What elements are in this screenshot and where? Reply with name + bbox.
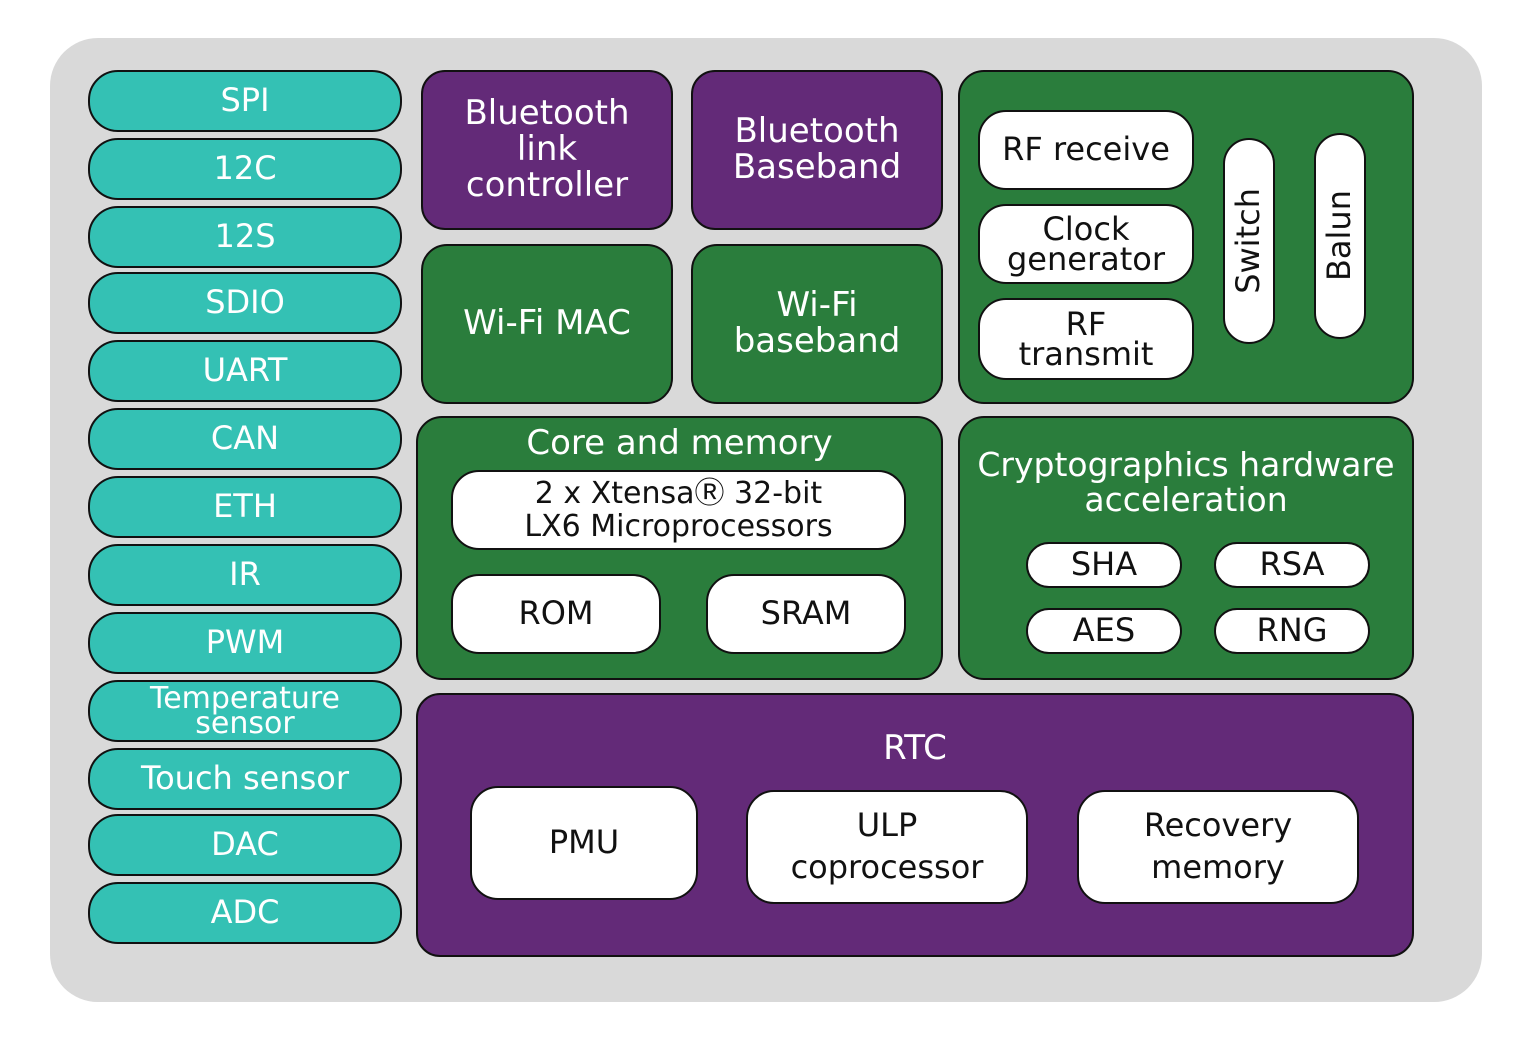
rf-receive-label: RF receive — [1002, 130, 1170, 169]
peripheral-pwm: PWM — [88, 612, 402, 674]
peripheral-label: DAC — [211, 825, 279, 864]
cpu-label: 2 x XtensaⓇ 32-bit LX6 Microprocessors — [524, 476, 833, 544]
bluetooth-baseband-label: Bluetooth Baseband — [732, 111, 902, 187]
clock-generator-block: Clock generator — [978, 204, 1194, 284]
peripheral-label: 12C — [213, 149, 277, 188]
peripheral-spi: SPI — [88, 70, 402, 132]
wifi-mac-block: Wi-Fi MAC — [421, 244, 673, 404]
bluetooth-link-controller-block: Bluetooth link controller — [421, 70, 673, 230]
peripheral-12c: 12C — [88, 138, 402, 200]
sram-block: SRAM — [706, 574, 906, 654]
rsa-block: RSA — [1214, 542, 1370, 588]
balun-label: Balun — [1320, 190, 1359, 282]
peripheral-ir: IR — [88, 544, 402, 606]
pmu-label: PMU — [548, 823, 620, 862]
aes-block: AES — [1026, 608, 1182, 654]
clock-generator-label: Clock generator — [1006, 209, 1165, 278]
peripheral-touch-sensor: Touch sensor — [88, 748, 402, 810]
crypto-title: Cryptographics hardware acceleration — [977, 445, 1395, 519]
peripheral-label: Touch sensor — [140, 759, 350, 798]
balun-block: Balun — [1314, 133, 1366, 339]
rf-transmit-label: RF transmit — [1018, 304, 1154, 373]
peripheral-label: IR — [229, 555, 261, 594]
rng-block: RNG — [1214, 608, 1370, 654]
core-memory-title: Core and memory — [526, 423, 833, 463]
peripheral-label: SPI — [220, 81, 270, 120]
pmu-block: PMU — [470, 786, 698, 900]
wifi-baseband-block: Wi-Fi baseband — [691, 244, 943, 404]
recovery-memory-block: Recovery memory — [1077, 790, 1359, 904]
peripheral-label: ETH — [213, 487, 277, 526]
peripheral-label: ADC — [210, 893, 280, 932]
ulp-coprocessor-block: ULP coprocessor — [746, 790, 1028, 904]
peripheral-dac: DAC — [88, 814, 402, 876]
recovery-memory-label: Recovery memory — [1143, 806, 1293, 886]
peripheral-can: CAN — [88, 408, 402, 470]
bluetooth-link-controller-label: Bluetooth link controller — [464, 93, 630, 205]
wifi-baseband-label: Wi-Fi baseband — [733, 285, 901, 361]
peripheral-temperature-sensor: Temperature sensor — [88, 680, 402, 742]
peripheral-label: UART — [202, 351, 288, 390]
wifi-mac-label: Wi-Fi MAC — [463, 303, 631, 344]
peripheral-label: PWM — [205, 623, 285, 662]
sha-label: SHA — [1070, 545, 1138, 584]
rom-block: ROM — [451, 574, 661, 654]
aes-label: AES — [1072, 611, 1136, 650]
peripheral-label: SDIO — [205, 283, 285, 322]
rf-receive-block: RF receive — [978, 110, 1194, 190]
cpu-block: 2 x XtensaⓇ 32-bit LX6 Microprocessors — [451, 470, 906, 550]
peripheral-sdio: SDIO — [88, 272, 402, 334]
sha-block: SHA — [1026, 542, 1182, 588]
rf-transmit-block: RF transmit — [978, 298, 1194, 380]
peripheral-uart: UART — [88, 340, 402, 402]
ulp-coprocessor-label: ULP coprocessor — [790, 806, 984, 886]
rom-label: ROM — [518, 594, 594, 633]
peripheral-adc: ADC — [88, 882, 402, 944]
rng-label: RNG — [1256, 611, 1328, 650]
sram-label: SRAM — [760, 594, 852, 633]
peripheral-label: CAN — [210, 419, 280, 458]
peripheral-label: Temperature sensor — [149, 680, 341, 741]
switch-label: Switch — [1229, 188, 1268, 294]
peripheral-eth: ETH — [88, 476, 402, 538]
rtc-title: RTC — [883, 728, 947, 768]
rsa-label: RSA — [1259, 545, 1325, 584]
bluetooth-baseband-block: Bluetooth Baseband — [691, 70, 943, 230]
peripheral-12s: 12S — [88, 206, 402, 268]
peripheral-label: 12S — [214, 217, 276, 256]
switch-block: Switch — [1223, 138, 1275, 344]
